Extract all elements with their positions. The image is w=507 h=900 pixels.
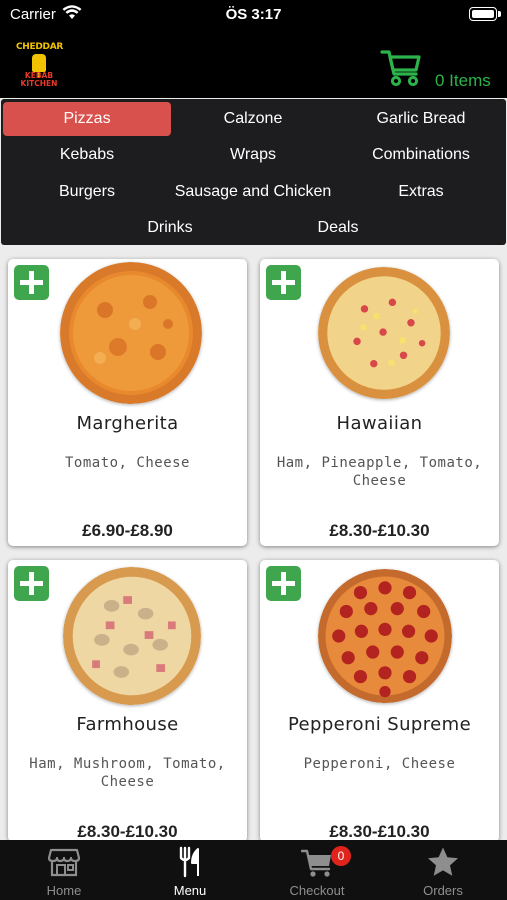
product-price: £6.90-£8.90 xyxy=(82,521,173,540)
category-combinations[interactable]: Combinations xyxy=(337,138,505,172)
logo-wordmark-bottom: KEBAB KITCHEN xyxy=(16,72,62,88)
tab-checkout[interactable]: Checkout xyxy=(254,840,380,900)
product-card-hawaiian[interactable]: Hawaiian Ham, Pineapple, Tomato, Cheese … xyxy=(260,259,499,546)
tab-label: Orders xyxy=(423,883,463,898)
cart-icon xyxy=(301,849,331,877)
product-description: Ham, Mushroom, Tomato, Cheese xyxy=(29,756,226,790)
product-description: Pepperoni, Cheese xyxy=(303,756,456,772)
status-bar: Carrier ÖS 3:17 xyxy=(0,0,507,30)
add-to-cart-button[interactable] xyxy=(14,566,49,601)
logo-line-2: KITCHEN xyxy=(20,79,58,88)
cart-items-count[interactable]: 0 Items xyxy=(435,71,491,91)
product-description: Ham, Pineapple, Tomato, Cheese xyxy=(276,455,483,489)
category-kebabs[interactable]: Kebabs xyxy=(3,138,171,172)
cart-icon[interactable] xyxy=(380,44,422,88)
tab-label: Checkout xyxy=(289,883,345,898)
category-sausage-and-chicken[interactable]: Sausage and Chicken xyxy=(161,175,345,209)
category-extras[interactable]: Extras xyxy=(337,175,505,209)
brand-logo[interactable]: CHEDDAR KEBAB KITCHEN xyxy=(16,42,64,90)
product-name: Farmhouse xyxy=(76,714,179,735)
category-deals[interactable]: Deals xyxy=(254,211,422,245)
tab-home[interactable]: Home xyxy=(1,840,127,900)
hawaiian-pizza-image xyxy=(318,267,450,399)
product-description: Tomato, Cheese xyxy=(64,455,190,471)
product-price: £8.30-£10.30 xyxy=(329,822,430,841)
tab-orders[interactable]: Orders xyxy=(380,840,506,900)
category-garlic-bread[interactable]: Garlic Bread xyxy=(337,102,505,136)
farmhouse-pizza-image xyxy=(63,567,201,705)
product-name: Margherita xyxy=(76,413,179,434)
app-header: CHEDDAR KEBAB KITCHEN 0 Items xyxy=(0,30,507,98)
clock: ÖS 3:17 xyxy=(225,6,282,23)
add-to-cart-button[interactable] xyxy=(266,265,301,300)
margherita-pizza-image xyxy=(60,262,202,404)
checkout-badge: 0 xyxy=(331,846,351,866)
star-icon xyxy=(428,847,458,876)
category-burgers[interactable]: Burgers xyxy=(3,175,171,209)
product-name: Pepperoni Supreme xyxy=(287,714,472,735)
category-wraps[interactable]: Wraps xyxy=(169,138,337,172)
logo-wordmark-top: CHEDDAR xyxy=(16,42,64,52)
fork-knife-icon xyxy=(179,846,199,878)
product-price: £8.30-£10.30 xyxy=(77,822,178,841)
category-calzone[interactable]: Calzone xyxy=(169,102,337,136)
product-card-farmhouse[interactable]: Farmhouse Ham, Mushroom, Tomato, Cheese … xyxy=(8,560,247,842)
store-icon xyxy=(48,848,80,877)
product-price: £8.30-£10.30 xyxy=(329,521,430,540)
tab-label: Menu xyxy=(173,883,207,898)
product-name: Hawaiian xyxy=(336,413,423,434)
product-card-pepperoni-supreme[interactable]: Pepperoni Supreme Pepperoni, Cheese £8.3… xyxy=(260,560,499,842)
category-pizzas[interactable]: Pizzas xyxy=(3,102,171,136)
category-drinks[interactable]: Drinks xyxy=(86,211,254,245)
add-to-cart-button[interactable] xyxy=(266,566,301,601)
bottom-tab-bar: Home Menu Checkout 0 Orders xyxy=(0,840,507,900)
tab-label: Home xyxy=(46,883,82,898)
battery-icon xyxy=(469,7,501,21)
pepperoni-pizza-image xyxy=(318,569,452,703)
kebab-icon xyxy=(32,54,46,77)
category-menu: Pizzas Calzone Garlic Bread Kebabs Wraps… xyxy=(1,99,506,245)
tab-menu[interactable]: Menu xyxy=(127,840,253,900)
add-to-cart-button[interactable] xyxy=(14,265,49,300)
product-card-margherita[interactable]: Margherita Tomato, Cheese £6.90-£8.90 xyxy=(8,259,247,546)
